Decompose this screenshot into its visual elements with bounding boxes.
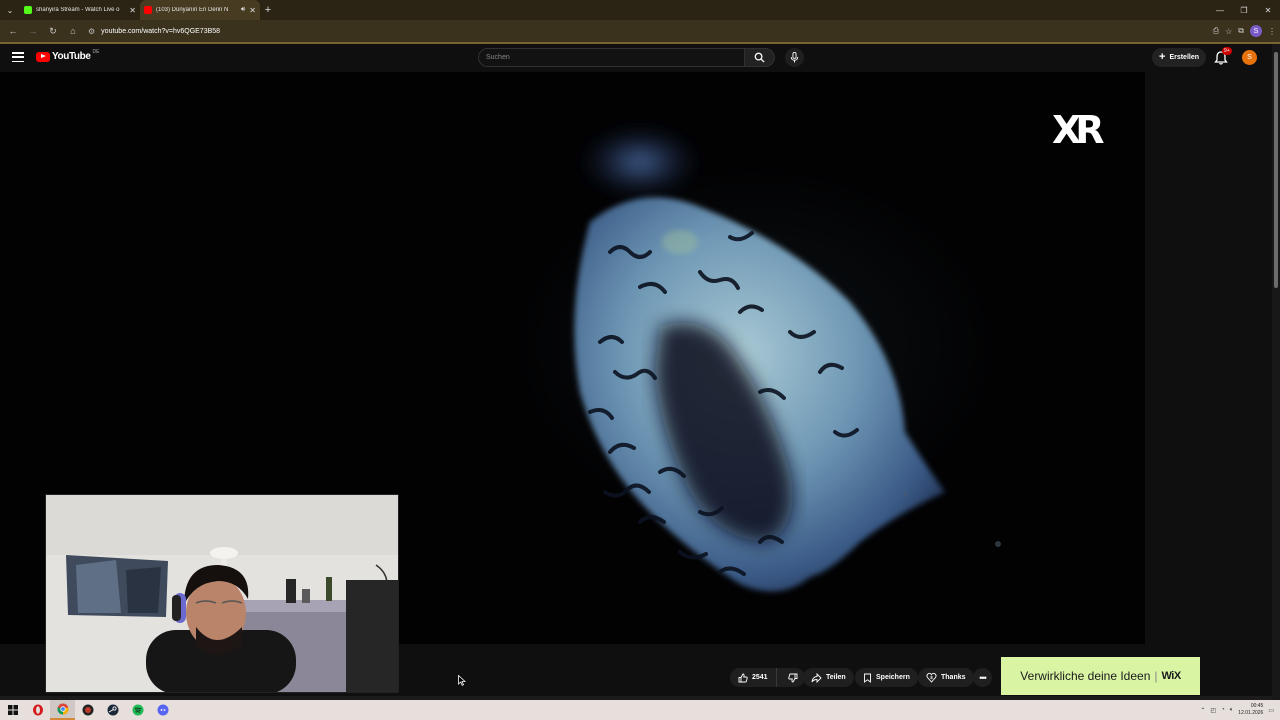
ad-brand-logo: WiX [1161,670,1182,682]
share-label: Teilen [826,674,846,681]
thanks-button[interactable]: $ Thanks [918,668,974,687]
window-controls: — ❐ ✕ [1208,6,1280,15]
browser-tab-bar: ⌄ shanyira Stream - Watch Live o ✕ (103)… [0,0,1280,20]
spotify-icon[interactable] [125,700,150,720]
more-actions-button[interactable]: ••• [973,668,992,687]
video-actions: 2541 Teilen Speichern $ Thanks ••• [0,660,1000,696]
opera-icon[interactable] [25,700,50,720]
windows-start-icon[interactable] [0,700,25,720]
dislike-button[interactable] [781,668,805,687]
profile-avatar[interactable]: S [1250,25,1262,37]
tab-title: shanyira Stream - Watch Live o [36,7,120,13]
like-dislike-group: 2541 [730,668,805,687]
search-box: Suchen [478,48,775,67]
ad-separator: | [1154,669,1158,683]
share-arrow-icon [811,672,822,683]
microphone-icon [790,52,799,63]
clock-time: 00:45 [1250,703,1264,709]
page-scrollbar-thumb[interactable] [1274,52,1278,288]
share-button[interactable]: Teilen [803,668,854,687]
close-tab-icon[interactable]: ✕ [249,6,256,15]
ad-text: Verwirkliche deine Ideen [1020,669,1151,683]
browser-toolbar: ← → ↻ ⌂ ⚙ youtube.com/watch?v=hv6QGE73B5… [0,20,1280,42]
country-code: DE [92,48,100,55]
thumbs-down-icon [787,673,798,682]
thanks-heart-icon: $ [926,672,937,683]
forward-icon[interactable]: → [24,22,42,40]
close-window-icon[interactable]: ✕ [1256,6,1280,15]
discord-icon[interactable] [150,700,175,720]
clock-date: 12.01.2026 [1238,710,1264,716]
youtube-logo[interactable]: YouTube DE [36,48,100,62]
kick-favicon-icon [24,6,32,14]
home-icon[interactable]: ⌂ [64,22,82,40]
svg-text:$: $ [930,675,933,680]
sponsored-ad-banner[interactable]: Verwirkliche deine Ideen | WiX [1001,657,1200,695]
browser-tab-kick[interactable]: shanyira Stream - Watch Live o ✕ [20,0,140,20]
steam-icon[interactable] [100,700,125,720]
taskbar-clock[interactable]: 00:45 12.01.2026 [1238,703,1263,717]
back-icon[interactable]: ← [4,22,22,40]
more-dots-icon: ••• [979,672,987,683]
create-label: Erstellen [1169,54,1200,61]
tray-network-icon[interactable]: ◰ [1210,707,1216,714]
browser-tab-youtube[interactable]: (103) Dünyanın En Derin N 🔊︎ ✕ [140,0,260,20]
search-icon [754,52,765,63]
create-button[interactable]: + Erstellen [1152,48,1207,67]
save-button[interactable]: Speichern [855,668,918,687]
url-text: youtube.com/watch?v=hv6QGE73B58 [101,27,221,35]
youtube-wordmark: YouTube [52,51,91,62]
os-taskbar: ⌃ ◰ ◔ 🔈︎ 00:45 12.01.2026 ▭ [0,700,1280,720]
notification-badge: 9+ [1222,47,1232,55]
chrome-icon[interactable] [50,700,75,720]
tray-volume-icon[interactable]: 🔈︎ [1230,707,1234,714]
app-icon-red[interactable] [75,700,100,720]
search-input[interactable]: Suchen [478,48,745,67]
site-info-icon[interactable]: ⚙ [88,27,95,36]
address-bar[interactable]: ⚙ youtube.com/watch?v=hv6QGE73B58 [84,23,1174,39]
close-tab-icon[interactable]: ✕ [129,6,136,15]
thanks-label: Thanks [941,674,966,681]
browser-menu-icon[interactable]: ⋮ [1268,27,1276,36]
system-tray: ⌃ ◰ ◔ 🔈︎ 00:45 12.01.2026 ▭ [1200,703,1280,717]
maximize-icon[interactable]: ❐ [1232,6,1256,15]
page-background [1145,72,1272,690]
extensions-icon[interactable]: ⧉ [1238,26,1244,36]
plus-icon: + [1159,51,1166,63]
account-avatar[interactable]: S [1242,50,1257,65]
guide-menu-icon[interactable] [12,52,24,62]
youtube-masthead: YouTube DE Suchen + Erstellen 9+ S [0,44,1280,72]
speaker-icon[interactable]: 🔊︎ [241,6,245,14]
reload-icon[interactable]: ↻ [44,22,62,40]
notification-center-icon[interactable]: ▭ [1268,707,1274,714]
like-count: 2541 [752,674,768,681]
bookmark-icon [864,673,871,683]
voice-search-button[interactable] [785,48,804,67]
minimize-icon[interactable]: — [1208,6,1232,15]
like-button[interactable]: 2541 [730,668,777,687]
new-tab-button[interactable]: + [260,4,276,16]
thumbs-up-icon [738,673,748,682]
bookmark-star-icon[interactable]: ☆ [1225,27,1232,36]
youtube-favicon-icon [144,6,152,14]
mouse-cursor-icon [458,675,466,686]
tray-wifi-icon[interactable]: ◔ [1221,707,1225,713]
youtube-play-icon [36,51,50,62]
save-label: Speichern [876,674,910,681]
install-app-icon[interactable]: ⎙ [1213,26,1219,36]
tab-search-chevron-icon[interactable]: ⌄ [0,0,20,20]
search-button[interactable] [745,48,775,67]
toolbar-actions: ⎙ ☆ ⧉ S ⋮ [1213,25,1276,37]
tab-title: (103) Dünyanın En Derin N [156,7,229,13]
channel-watermark[interactable]: XR [1052,108,1105,152]
tray-overflow-chevron-icon[interactable]: ⌃ [1200,707,1205,714]
